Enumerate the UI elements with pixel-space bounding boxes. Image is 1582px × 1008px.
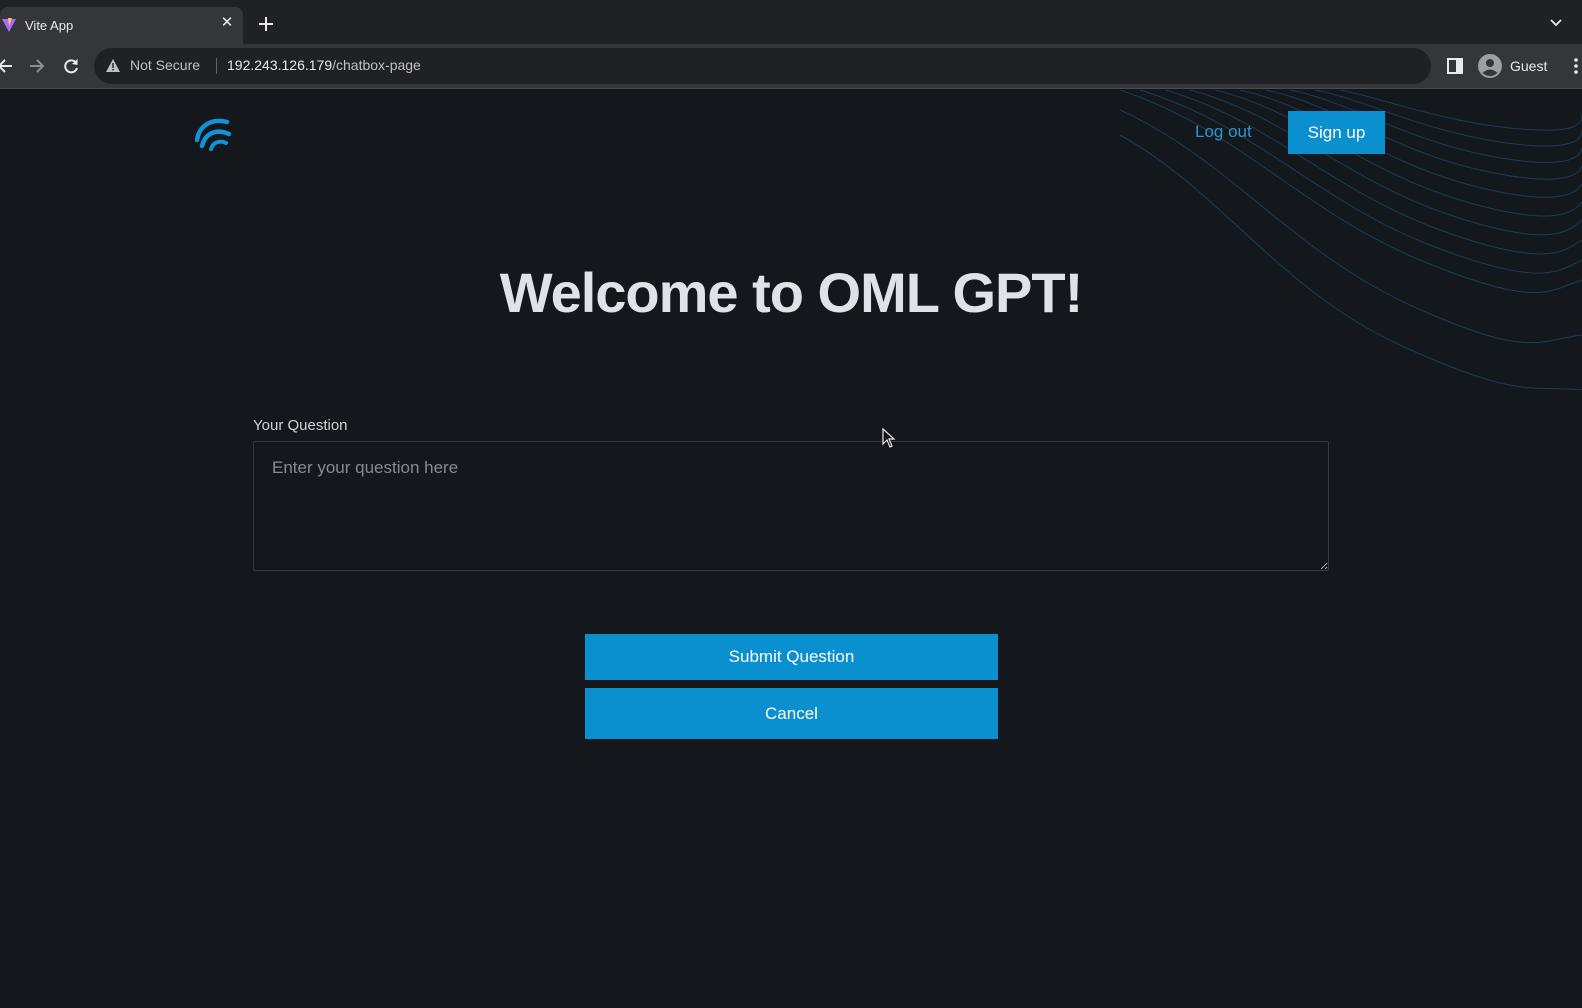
- submit-question-button[interactable]: Submit Question: [585, 634, 998, 680]
- profile-avatar-icon: [1478, 54, 1502, 78]
- logout-link[interactable]: Log out: [1195, 122, 1252, 142]
- forward-arrow-icon[interactable]: [26, 56, 46, 76]
- back-arrow-icon[interactable]: [0, 56, 16, 76]
- browser-toolbar: Not Secure 192.243.126.179/chatbox-page …: [0, 44, 1582, 89]
- profile-label: Guest: [1510, 58, 1548, 74]
- url-path: /chatbox-page: [332, 57, 421, 73]
- oml-logo-icon[interactable]: [193, 112, 233, 152]
- url-text[interactable]: 192.243.126.179/chatbox-page: [227, 57, 421, 73]
- url-host: 192.243.126.179: [227, 57, 333, 73]
- tab-close-icon[interactable]: ✕: [218, 14, 236, 32]
- page-content: Log out Sign up Welcome to OML GPT! Your…: [0, 90, 1582, 1008]
- browser-tab[interactable]: Vite App ✕: [0, 7, 243, 44]
- signup-button[interactable]: Sign up: [1288, 111, 1385, 154]
- warning-triangle-icon: [106, 59, 120, 72]
- question-input[interactable]: [253, 441, 1329, 571]
- omnibox-divider: [216, 58, 217, 74]
- security-label[interactable]: Not Secure: [130, 57, 200, 73]
- browser-tabstrip: Vite App ✕: [0, 0, 1582, 44]
- vite-favicon-icon: [2, 18, 16, 32]
- side-panel-icon[interactable]: [1447, 58, 1463, 74]
- page-title: Welcome to OML GPT!: [499, 261, 1084, 324]
- cancel-button[interactable]: Cancel: [585, 688, 998, 739]
- mouse-cursor-icon: [882, 428, 896, 448]
- reload-icon[interactable]: [61, 56, 81, 76]
- new-tab-icon[interactable]: [255, 13, 277, 35]
- profile-button[interactable]: Guest: [1472, 50, 1562, 82]
- tab-search-chevron-icon[interactable]: [1549, 16, 1563, 30]
- tab-title: Vite App: [25, 18, 74, 33]
- address-bar[interactable]: Not Secure 192.243.126.179/chatbox-page: [94, 48, 1431, 84]
- question-label: Your Question: [253, 417, 348, 434]
- browser-menu-icon[interactable]: [1572, 56, 1580, 76]
